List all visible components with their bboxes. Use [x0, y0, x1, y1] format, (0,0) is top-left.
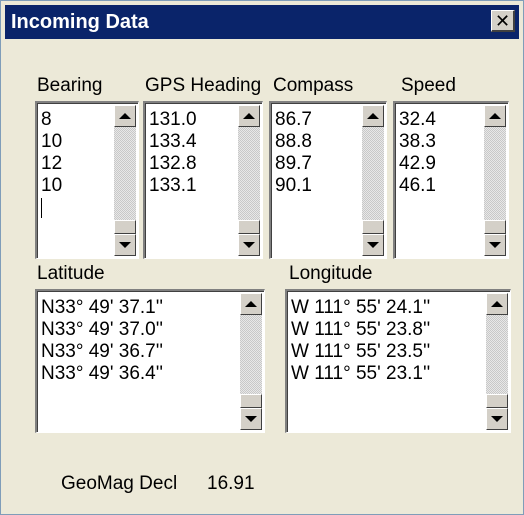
- bearing-listbox[interactable]: 8 10 12 10: [35, 101, 139, 259]
- list-item[interactable]: W 111° 55' 23.8'': [291, 319, 430, 341]
- longitude-scrollbar[interactable]: [486, 293, 508, 430]
- list-item[interactable]: 88.8: [275, 131, 312, 153]
- scroll-up-button[interactable]: [484, 105, 506, 127]
- geomag-decl-value: 16.91: [207, 473, 255, 494]
- arrow-down-icon: [243, 242, 255, 248]
- geomag-decl-label: GeoMag Decl: [61, 473, 178, 494]
- list-item[interactable]: 86.7: [275, 109, 312, 131]
- close-button[interactable]: ✕: [491, 10, 515, 32]
- list-item[interactable]: 132.8: [149, 153, 197, 175]
- list-item[interactable]: 133.1: [149, 175, 197, 197]
- list-item[interactable]: 8: [41, 109, 62, 131]
- list-item[interactable]: 133.4: [149, 131, 197, 153]
- bearing-items: 8 10 12 10: [41, 109, 62, 219]
- list-item[interactable]: 32.4: [399, 109, 436, 131]
- scroll-thumb[interactable]: [362, 220, 384, 234]
- list-item[interactable]: N33° 49' 37.0'': [41, 319, 163, 341]
- list-item[interactable]: N33° 49' 36.7'': [41, 341, 163, 363]
- scroll-thumb[interactable]: [486, 394, 508, 408]
- gps-heading-listbox[interactable]: 131.0 133.4 132.8 133.1: [143, 101, 263, 259]
- arrow-down-icon: [489, 242, 501, 248]
- speed-listbox[interactable]: 32.4 38.3 42.9 46.1: [393, 101, 509, 259]
- list-item[interactable]: 10: [41, 131, 62, 153]
- scroll-up-button[interactable]: [114, 105, 136, 127]
- scroll-up-button[interactable]: [362, 105, 384, 127]
- list-item[interactable]: 10: [41, 175, 62, 197]
- title-bar[interactable]: Incoming Data ✕: [5, 5, 519, 39]
- scroll-up-button[interactable]: [238, 105, 260, 127]
- scroll-thumb[interactable]: [484, 220, 506, 234]
- latitude-items: N33° 49' 37.1'' N33° 49' 37.0'' N33° 49' 3…: [41, 297, 163, 385]
- arrow-down-icon: [491, 416, 503, 422]
- gps-heading-items: 131.0 133.4 132.8 133.1: [149, 109, 197, 197]
- arrow-up-icon: [489, 113, 501, 119]
- arrow-down-icon: [245, 416, 257, 422]
- arrow-down-icon: [367, 242, 379, 248]
- scroll-down-button[interactable]: [362, 234, 384, 256]
- scroll-down-button[interactable]: [486, 408, 508, 430]
- latitude-scrollbar[interactable]: [240, 293, 262, 430]
- list-item[interactable]: 42.9: [399, 153, 436, 175]
- compass-items: 86.7 88.8 89.7 90.1: [275, 109, 312, 197]
- scroll-down-button[interactable]: [240, 408, 262, 430]
- list-item[interactable]: N33° 49' 37.1'': [41, 297, 163, 319]
- list-item[interactable]: W 111° 55' 24.1'': [291, 297, 430, 319]
- arrow-up-icon: [491, 301, 503, 307]
- arrow-down-icon: [119, 242, 131, 248]
- scroll-up-button[interactable]: [240, 293, 262, 315]
- speed-items: 32.4 38.3 42.9 46.1: [399, 109, 436, 197]
- arrow-up-icon: [119, 113, 131, 119]
- longitude-items: W 111° 55' 24.1'' W 111° 55' 23.8'' W 111°…: [291, 297, 430, 385]
- list-item[interactable]: 90.1: [275, 175, 312, 197]
- list-item[interactable]: 12: [41, 153, 62, 175]
- text-cursor: [41, 197, 62, 219]
- arrow-up-icon: [245, 301, 257, 307]
- list-item[interactable]: N33° 49' 36.4'': [41, 363, 163, 385]
- scroll-thumb[interactable]: [114, 220, 136, 234]
- list-item[interactable]: 131.0: [149, 109, 197, 131]
- scroll-thumb[interactable]: [240, 394, 262, 408]
- latitude-label: Latitude: [37, 263, 105, 284]
- scroll-down-button[interactable]: [114, 234, 136, 256]
- incoming-data-window: Incoming Data ✕ Bearing GPS Heading Comp…: [0, 0, 524, 515]
- bearing-scrollbar[interactable]: [114, 105, 136, 256]
- arrow-up-icon: [243, 113, 255, 119]
- gps-heading-scrollbar[interactable]: [238, 105, 260, 256]
- compass-listbox[interactable]: 86.7 88.8 89.7 90.1: [269, 101, 387, 259]
- compass-scrollbar[interactable]: [362, 105, 384, 256]
- caret-icon: [41, 197, 42, 218]
- speed-scrollbar[interactable]: [484, 105, 506, 256]
- scroll-up-button[interactable]: [486, 293, 508, 315]
- list-item[interactable]: W 111° 55' 23.5'': [291, 341, 430, 363]
- close-icon: ✕: [494, 10, 511, 31]
- list-item[interactable]: 89.7: [275, 153, 312, 175]
- compass-label: Compass: [273, 75, 354, 96]
- scroll-down-button[interactable]: [238, 234, 260, 256]
- arrow-up-icon: [367, 113, 379, 119]
- gps-heading-label: GPS Heading: [145, 75, 262, 96]
- latitude-listbox[interactable]: N33° 49' 37.1'' N33° 49' 37.0'' N33° 49' 3…: [35, 289, 265, 433]
- bearing-label: Bearing: [37, 75, 103, 96]
- speed-label: Speed: [401, 75, 456, 96]
- scroll-down-button[interactable]: [484, 234, 506, 256]
- longitude-listbox[interactable]: W 111° 55' 24.1'' W 111° 55' 23.8'' W 111°…: [285, 289, 511, 433]
- window-title: Incoming Data: [11, 10, 149, 33]
- list-item[interactable]: 46.1: [399, 175, 436, 197]
- list-item[interactable]: 38.3: [399, 131, 436, 153]
- scroll-thumb[interactable]: [238, 220, 260, 234]
- list-item[interactable]: W 111° 55' 23.1'': [291, 363, 430, 385]
- longitude-label: Longitude: [289, 263, 373, 284]
